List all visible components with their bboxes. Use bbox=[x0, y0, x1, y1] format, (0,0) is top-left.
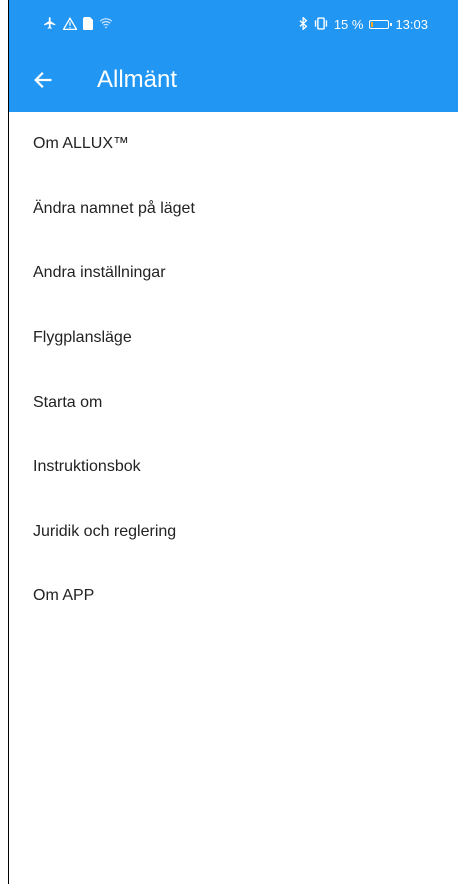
battery-level-fill bbox=[371, 21, 374, 27]
menu-item-legal[interactable]: Juridik och reglering bbox=[9, 500, 458, 565]
airplane-icon bbox=[43, 16, 57, 32]
menu-item-other-settings[interactable]: Andra inställningar bbox=[9, 241, 458, 306]
app-bar: Allmänt bbox=[9, 48, 458, 112]
menu-item-manual[interactable]: Instruktionsbok bbox=[9, 435, 458, 500]
status-right-icons: 15 % 13:03 bbox=[299, 15, 428, 32]
app-screen: 15 % 13:03 Allmänt Om ALLUX™ Ändra namne… bbox=[8, 0, 458, 884]
menu-item-restart[interactable]: Starta om bbox=[9, 370, 458, 435]
battery-percent: 15 % bbox=[333, 16, 364, 32]
menu-item-about-allux[interactable]: Om ALLUX™ bbox=[9, 112, 458, 177]
sim-icon bbox=[83, 16, 93, 32]
settings-menu: Om ALLUX™ Ändra namnet på läget Andra in… bbox=[9, 112, 458, 629]
clock: 13:03 bbox=[395, 16, 428, 32]
back-button[interactable] bbox=[29, 66, 57, 94]
page-title: Allmänt bbox=[97, 66, 178, 93]
vibrate-icon bbox=[314, 16, 328, 32]
bluetooth-icon bbox=[299, 15, 308, 32]
wifi-icon bbox=[99, 17, 113, 31]
menu-item-rename-mode[interactable]: Ändra namnet på läget bbox=[9, 177, 458, 242]
menu-item-airplane-mode[interactable]: Flygplansläge bbox=[9, 306, 458, 371]
menu-item-about-app[interactable]: Om APP bbox=[9, 564, 458, 629]
status-left-icons bbox=[43, 16, 113, 32]
status-bar: 15 % 13:03 bbox=[9, 0, 458, 48]
battery-icon bbox=[369, 19, 393, 29]
warning-icon bbox=[62, 16, 78, 32]
arrow-left-icon bbox=[34, 72, 52, 88]
